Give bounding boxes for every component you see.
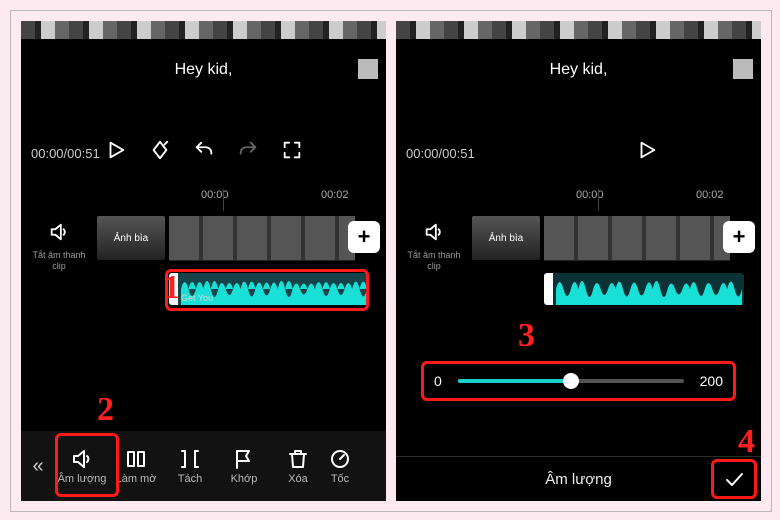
confirm-button[interactable] [711, 459, 757, 499]
ruler-tick: 00:02 [321, 189, 349, 201]
volume-slider-row: 0 200 [421, 361, 736, 401]
tool-label: Xóa [288, 473, 308, 485]
video-clip[interactable] [169, 216, 355, 261]
cover-thumbnail[interactable]: Ảnh bìa [472, 216, 540, 260]
cover-thumbnail[interactable]: Ảnh bìa [97, 216, 165, 260]
video-clip[interactable] [544, 216, 730, 261]
ruler-tick: 00:00 [201, 189, 229, 201]
annotation-box-1 [165, 269, 369, 311]
tool-speed[interactable]: Tốc [325, 447, 355, 485]
tool-label: Khớp [231, 473, 258, 485]
speaker-icon [423, 221, 445, 243]
redo-icon [237, 139, 259, 161]
annotation-3: 3 [518, 317, 535, 355]
mute-clip-label: Tắt âm thanh clip [406, 250, 462, 272]
toolbar-back-button[interactable]: « [21, 455, 55, 478]
tool-label: Làm mờ [116, 473, 157, 485]
preview-caption: Hey kid, [21, 61, 386, 79]
screenshot-left: Hey kid, 00:00/00:51 00:00 00:02 Tắt âm … [21, 21, 386, 501]
trash-icon [286, 447, 310, 471]
annotation-4: 4 [738, 423, 755, 461]
ruler-tick: 00:00 [576, 189, 604, 201]
slider-max: 200 [700, 373, 723, 389]
mute-clip-label: Tắt âm thanh clip [31, 250, 87, 272]
preview-caption: Hey kid, [396, 61, 761, 79]
playhead-line[interactable] [223, 189, 224, 211]
speaker-icon [48, 221, 70, 243]
cover-label: Ảnh bìa [114, 233, 148, 244]
keyframe-icon[interactable] [149, 139, 171, 161]
play-icon[interactable] [105, 139, 127, 161]
fullscreen-icon[interactable] [281, 139, 303, 161]
volume-panel-bar: Âm lượng [396, 456, 761, 501]
panel-title: Âm lượng [545, 471, 612, 488]
player-controls [21, 139, 386, 171]
preview-strip [21, 21, 386, 39]
preview-menu-button[interactable] [358, 59, 378, 79]
play-icon[interactable] [636, 139, 658, 161]
playhead-line[interactable] [598, 189, 599, 211]
mute-clip-button[interactable]: Tắt âm thanh clip [406, 221, 462, 272]
screenshot-right: Hey kid, 00:00/00:51 00:00 00:02 Tắt âm … [396, 21, 761, 501]
waveform [556, 273, 742, 305]
slider-min: 0 [434, 373, 442, 389]
preview-strip [396, 21, 761, 39]
preview-menu-button[interactable] [733, 59, 753, 79]
cover-label: Ảnh bìa [489, 233, 523, 244]
timeline-ruler: 00:00 00:02 [396, 189, 761, 211]
annotation-2: 2 [97, 391, 114, 429]
volume-slider[interactable] [458, 379, 684, 383]
fade-icon [124, 447, 148, 471]
tool-delete[interactable]: Xóa [271, 447, 325, 485]
tool-split[interactable]: Tách [163, 447, 217, 485]
flag-icon [232, 447, 256, 471]
undo-icon[interactable] [193, 139, 215, 161]
audio-clip[interactable] [544, 273, 744, 305]
split-icon [178, 447, 202, 471]
timeline-ruler: 00:00 00:02 [21, 189, 386, 211]
annotation-box-2 [55, 433, 119, 497]
check-icon [722, 467, 746, 491]
annotation-1: 1 [163, 269, 180, 307]
tool-beat[interactable]: Khớp [217, 447, 271, 485]
tool-label: Tốc [331, 473, 349, 485]
ruler-tick: 00:02 [696, 189, 724, 201]
tool-label: Tách [178, 473, 202, 485]
slider-knob[interactable] [563, 373, 579, 389]
tutorial-stage: Hey kid, 00:00/00:51 00:00 00:02 Tắt âm … [10, 10, 772, 512]
speed-icon [328, 447, 352, 471]
add-clip-button[interactable]: + [723, 221, 755, 253]
player-controls [396, 139, 761, 171]
add-clip-button[interactable]: + [348, 221, 380, 253]
mute-clip-button[interactable]: Tắt âm thanh clip [31, 221, 87, 272]
audio-clip-handle[interactable] [544, 273, 553, 305]
